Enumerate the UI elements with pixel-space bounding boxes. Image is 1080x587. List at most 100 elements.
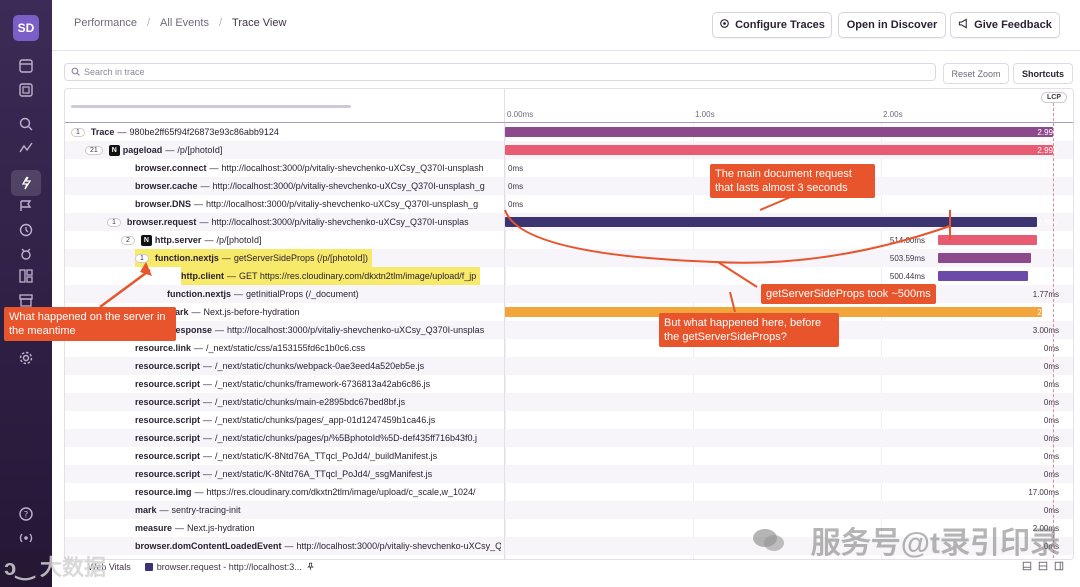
span-description: /_next/static/chunks/framework-6736813a4… [215, 379, 431, 389]
span-separator: — [209, 163, 219, 173]
tree-scrollbar[interactable] [71, 105, 351, 108]
span-separator: — [200, 181, 210, 191]
table-row[interactable]: 1 function.nextjs — getServerSideProps (/… [65, 249, 1073, 267]
span-description: /_next/static/K-8Ntd76A_TTqcl_PoJd4/_bui… [215, 451, 438, 461]
table-row[interactable]: resource.script — /_next/static/chunks/f… [65, 375, 1073, 393]
span-separator: — [221, 253, 231, 263]
span-op: http.server [154, 235, 202, 245]
give-feedback-button[interactable]: Give Feedback [950, 12, 1060, 38]
table-row[interactable]: mark — Next.js-before-hydration 2.93s [65, 303, 1073, 321]
span-label: resource.link — /_next/static/css/a15315… [135, 339, 365, 357]
table-row[interactable]: browser.connect — http://localhost:3000/… [65, 159, 1073, 177]
annotation-before-getserversideprops: But what happened here, before the getSe… [659, 313, 839, 347]
span-description: /_next/static/chunks/main-e2895bdc67bed8… [215, 397, 406, 407]
projects-icon[interactable] [16, 80, 36, 100]
table-row[interactable]: 1 browser.request — http://localhost:3000… [65, 213, 1073, 231]
span-child-count[interactable]: 1 [135, 253, 149, 263]
table-row[interactable]: resource.img — https://res.cloudinary.co… [65, 483, 1073, 501]
table-row[interactable]: resource.script — /_next/static/K-8Ntd76… [65, 465, 1073, 483]
table-row[interactable]: resource.script — /_next/static/chunks/p… [65, 411, 1073, 429]
span-label: browser.DNS — http://localhost:3000/p/vi… [135, 195, 478, 213]
avatar[interactable]: SD [13, 15, 39, 41]
span-op: browser.domContentLoadedEvent [135, 541, 282, 551]
table-row[interactable]: resource.script — /_next/static/chunks/m… [65, 393, 1073, 411]
span-separator: — [159, 505, 169, 515]
table-row[interactable]: 1 Trace — 980be2ff65f94f26873e93c86abb912… [65, 122, 1073, 142]
layout-left-icon[interactable] [1022, 561, 1032, 573]
span-child-count[interactable]: 1 [71, 127, 85, 137]
span-separator: — [204, 235, 214, 245]
layout-bottom-icon[interactable] [1038, 561, 1048, 573]
span-label: resource.script — /_next/static/chunks/m… [135, 393, 405, 411]
span-duration: 0ms [1043, 451, 1059, 461]
open-in-discover-button[interactable]: Open in Discover [838, 12, 946, 38]
span-bar[interactable] [937, 235, 1037, 245]
span-description: /p/[photoId] [216, 235, 262, 245]
span-label: 1 browser.request — http://localhost:3000… [107, 213, 469, 231]
profiling-icon[interactable] [11, 170, 41, 196]
reset-zoom-button[interactable]: Reset Zoom [943, 63, 1009, 84]
span-separator: — [194, 487, 204, 497]
releases-icon[interactable] [16, 196, 36, 216]
span-color-swatch [144, 563, 153, 571]
table-row[interactable]: resource.script — /_next/static/chunks/w… [65, 357, 1073, 375]
annotation-getserversideprops: getServerSideProps took ~500ms [761, 284, 936, 304]
span-child-count[interactable]: 21 [85, 145, 103, 155]
table-row[interactable]: resource.script — /_next/static/chunks/p… [65, 429, 1073, 447]
span-bar[interactable] [937, 253, 1032, 263]
page-header: Performance / All Events / Trace View Co… [52, 0, 1080, 51]
layout-right-icon[interactable] [1054, 561, 1064, 573]
span-description: /_next/static/K-8Ntd76A_TTqcl_PoJd4/_ssg… [215, 469, 433, 479]
pin-icon[interactable] [306, 562, 315, 573]
span-bar[interactable] [937, 271, 1029, 281]
span-child-count[interactable]: 1 [107, 217, 121, 227]
issues-icon[interactable] [16, 56, 36, 76]
replays-icon[interactable] [16, 220, 36, 240]
wechat-watermark-icon [753, 529, 784, 551]
search-input[interactable]: Search in trace [64, 63, 936, 81]
table-row[interactable]: 2 Nhttp.server — /p/[photoId] 514.00ms [65, 231, 1073, 249]
table-row[interactable]: mark — sentry-tracing-init 0ms [65, 501, 1073, 519]
span-bar[interactable] [505, 217, 1037, 227]
configure-traces-button[interactable]: Configure Traces [712, 12, 832, 38]
crons-icon[interactable] [16, 244, 36, 264]
timeline-header[interactable]: 0.00ms 1.00s 2.00s LCP [505, 89, 1073, 123]
span-description: http://localhost:3000/p/vitaliy-shevchen… [296, 541, 501, 551]
span-duration: 0ms [1043, 397, 1059, 407]
dashboards-icon[interactable] [16, 266, 36, 286]
trace-panel: 0.00ms 1.00s 2.00s LCP 1 Trace — 980be2ff… [64, 88, 1074, 560]
tick-label: 0.00ms [507, 110, 534, 119]
span-bar[interactable] [505, 127, 1053, 137]
span-op: function.nextjs [154, 253, 219, 263]
lcp-badge[interactable]: LCP [1041, 92, 1067, 103]
span-bar[interactable] [505, 145, 1053, 155]
span-duration: 503.59ms [889, 253, 926, 263]
span-label: mark — Next.js-before-hydration [167, 303, 300, 321]
breadcrumb-all-events[interactable]: All Events [160, 17, 209, 29]
span-separator: — [165, 145, 175, 155]
table-row[interactable]: resource.link — /_next/static/css/a15315… [65, 339, 1073, 357]
settings-icon[interactable] [16, 348, 36, 368]
search-icon[interactable] [16, 114, 36, 134]
span-description: http://localhost:3000/p/vitaliy-shevchen… [221, 163, 484, 173]
performance-icon[interactable] [16, 138, 36, 158]
span-label: function.nextjs — getInitialProps (/_doc… [167, 285, 359, 303]
table-row[interactable]: 21 Npageload — /p/[photoId] 2.99s [65, 141, 1073, 159]
shortcuts-button[interactable]: Shortcuts [1013, 63, 1073, 84]
table-row[interactable]: browser.DNS — http://localhost:3000/p/vi… [65, 195, 1073, 213]
table-row[interactable]: http.client — GET https://res.cloudinary… [65, 267, 1073, 285]
help-icon[interactable]: ? [16, 504, 36, 524]
span-label: resource.script — /_next/static/chunks/p… [135, 429, 477, 447]
span-op: resource.link [135, 343, 192, 353]
span-label: 1 Trace — 980be2ff65f94f26873e93c86abb912… [71, 123, 279, 141]
breadcrumb-performance[interactable]: Performance [74, 17, 137, 29]
span-child-count[interactable]: 2 [121, 235, 135, 245]
broadcast-icon[interactable] [16, 528, 36, 548]
table-row[interactable]: resource.script — /_next/static/K-8Ntd76… [65, 447, 1073, 465]
table-row[interactable]: browser.cache — http://localhost:3000/p/… [65, 177, 1073, 195]
watermark-text: 服务号@t录引印录 [810, 527, 1060, 560]
table-row[interactable]: browser.response — http://localhost:3000… [65, 321, 1073, 339]
span-label: resource.img — https://res.cloudinary.co… [135, 483, 476, 501]
selected-span-tab[interactable]: browser.request - http://localhost:3... [144, 562, 315, 573]
column-divider[interactable] [504, 123, 505, 559]
